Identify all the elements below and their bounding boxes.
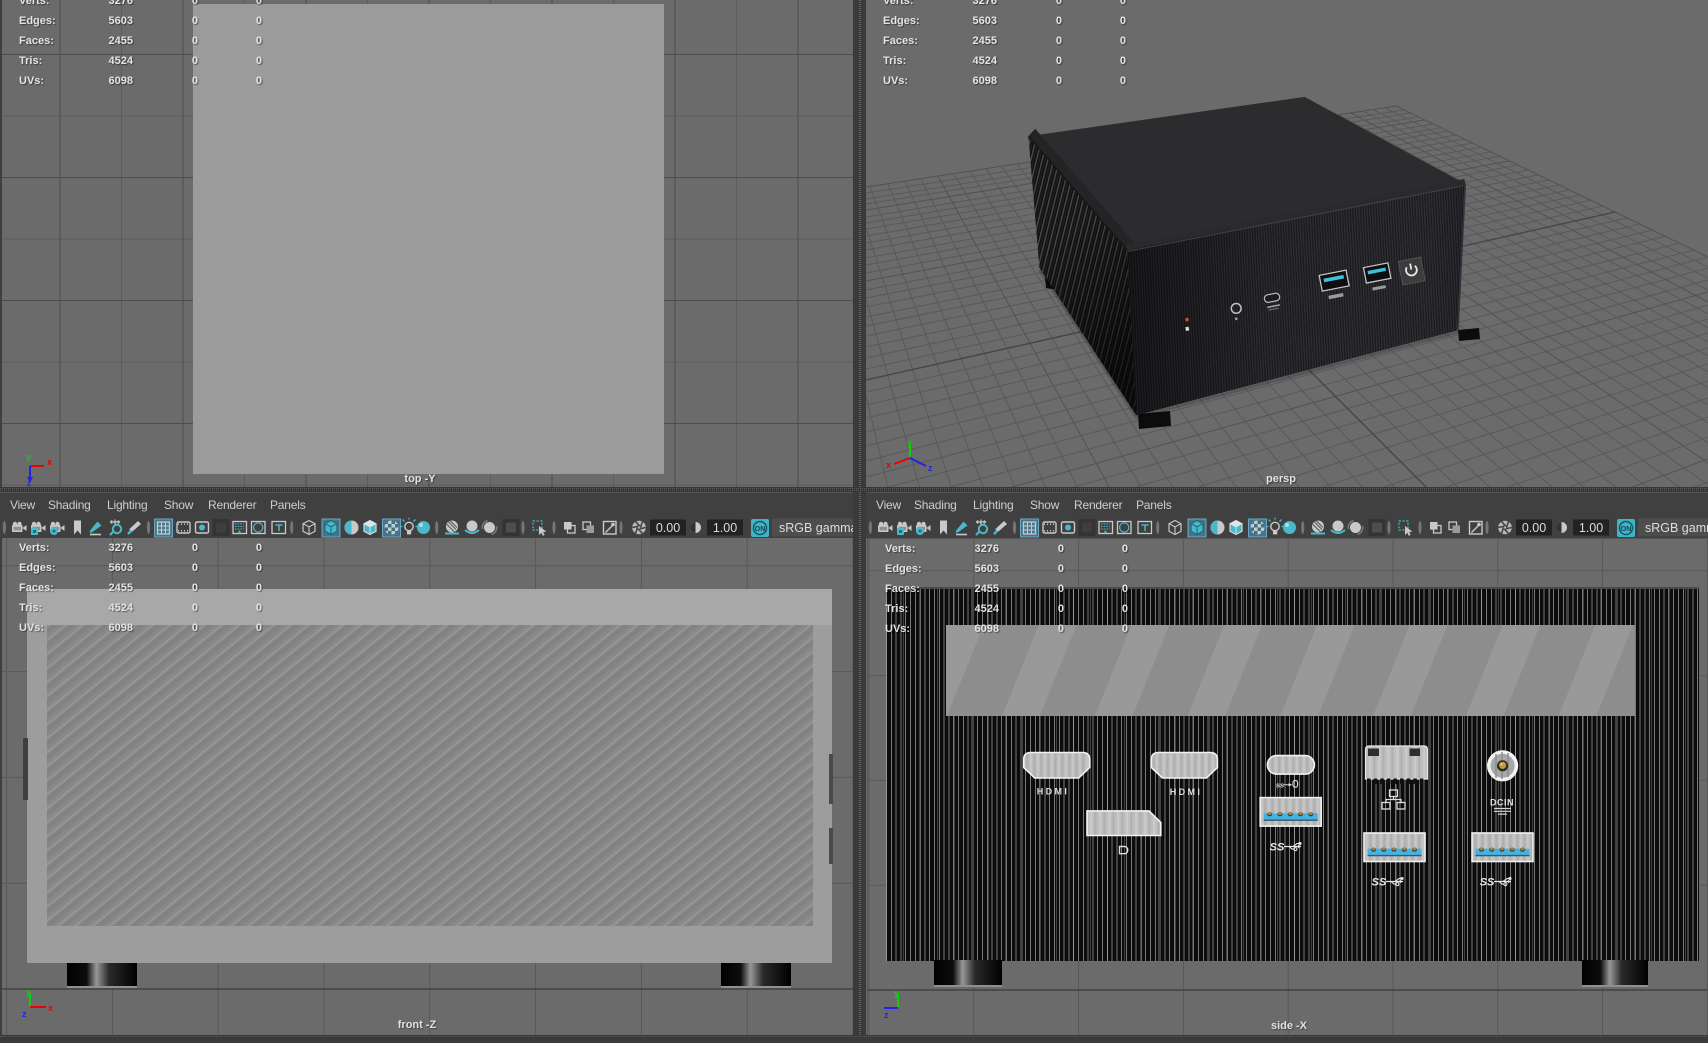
- svg-text:1.00: 1.00: [713, 521, 737, 535]
- svg-text:HDMI: HDMI: [1037, 787, 1070, 797]
- svg-text:ss: ss: [1276, 781, 1284, 790]
- svg-text:HDMI: HDMI: [1170, 787, 1203, 797]
- svg-text:y: y: [894, 988, 899, 998]
- svg-text:ON: ON: [755, 526, 766, 533]
- svg-text:z: z: [928, 463, 933, 473]
- svg-text:SS: SS: [1372, 877, 1387, 889]
- svg-text:SS: SS: [1270, 842, 1285, 854]
- svg-text:SS: SS: [1480, 877, 1495, 889]
- svg-text:DCIN: DCIN: [1490, 798, 1514, 808]
- svg-text:y: y: [26, 452, 31, 462]
- svg-text:sRGB gamma: sRGB gamma: [779, 521, 858, 535]
- svg-text:x: x: [886, 460, 891, 470]
- svg-text:y: y: [26, 987, 31, 997]
- svg-text:z: z: [27, 479, 31, 486]
- svg-text:0.00: 0.00: [656, 521, 680, 535]
- svg-text:x: x: [48, 1003, 53, 1013]
- svg-text:z: z: [884, 1010, 889, 1020]
- svg-text:x: x: [47, 457, 52, 467]
- svg-text:z: z: [22, 1009, 27, 1019]
- svg-text:y: y: [907, 438, 912, 448]
